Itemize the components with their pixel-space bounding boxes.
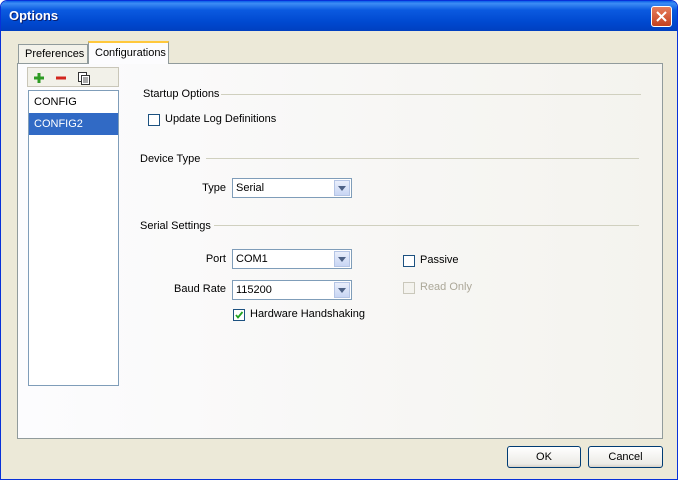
cancel-button[interactable]: Cancel [588,446,663,468]
baud-rate-label: Baud Rate [174,283,226,295]
type-value: Serial [236,182,265,194]
ok-button[interactable]: OK [507,446,581,468]
type-select[interactable]: Serial [232,178,352,198]
baud-rate-dropdown-button[interactable] [334,282,350,298]
device-type-label: Device Type [140,153,201,165]
passive-label[interactable]: Passive [420,254,459,266]
read-only-checkbox [403,282,415,294]
port-dropdown-button[interactable] [334,251,350,267]
checkmark-icon [235,311,244,319]
title-bar[interactable]: Options [1,1,677,31]
serial-separator [214,225,639,226]
hardware-handshaking-checkbox[interactable] [233,309,245,321]
list-item-config2[interactable]: CONFIG2 [29,113,118,135]
update-log-checkbox[interactable] [148,114,160,126]
tab-preferences[interactable]: Preferences [18,44,88,63]
close-icon [656,11,667,22]
window-title: Options [9,8,59,23]
type-label: Type [202,182,226,194]
chevron-down-icon [338,288,346,293]
startup-options-label: Startup Options [143,88,220,100]
config-list[interactable]: CONFIG CONFIG2 [28,90,119,386]
baud-rate-select[interactable]: 115200 [232,280,352,300]
passive-checkbox[interactable] [403,255,415,267]
startup-separator [221,94,641,95]
hardware-handshaking-label[interactable]: Hardware Handshaking [250,308,365,320]
port-label: Port [205,253,226,265]
tab-label: Preferences [25,48,85,60]
baud-rate-value: 115200 [236,284,272,296]
configurations-panel: CONFIG CONFIG2 Startup Options Update Lo… [17,63,663,439]
close-button[interactable] [651,6,672,27]
config-toolbar [27,67,119,87]
device-separator [206,158,639,159]
chevron-down-icon [338,257,346,262]
list-item-config[interactable]: CONFIG [29,91,118,113]
options-dialog: Options Preferences Configurations CONFI… [0,0,678,480]
minus-icon[interactable] [53,70,69,86]
serial-settings-label: Serial Settings [140,220,211,232]
port-select[interactable]: COM1 [232,249,352,269]
type-dropdown-button[interactable] [334,180,350,196]
port-value: COM1 [236,253,268,265]
tab-configurations[interactable]: Configurations [88,41,169,64]
chevron-down-icon [338,186,346,191]
plus-icon[interactable] [31,70,47,86]
tab-label: Configurations [95,47,166,59]
copy-icon[interactable] [76,70,92,86]
read-only-label: Read Only [420,281,472,293]
update-log-label[interactable]: Update Log Definitions [165,113,276,125]
